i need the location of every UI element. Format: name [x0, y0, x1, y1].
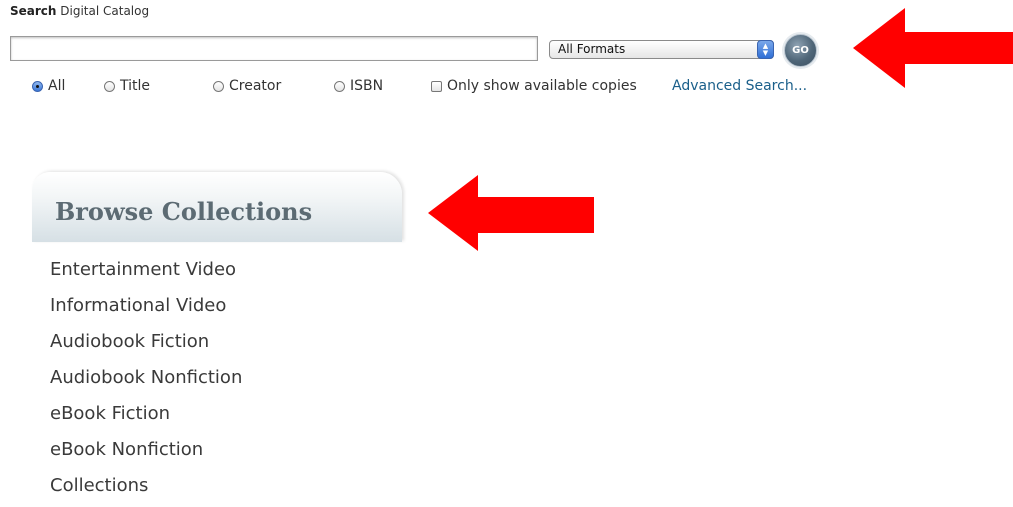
search-heading: Search Digital Catalog: [10, 4, 149, 18]
radio-title[interactable]: Title: [104, 78, 150, 94]
radio-title-label: Title: [120, 78, 151, 94]
collection-item-audiobook-nonfiction[interactable]: Audiobook Nonfiction: [50, 363, 242, 399]
go-button[interactable]: GO: [784, 34, 817, 67]
search-heading-bold: Search: [10, 4, 57, 18]
checkbox-icon[interactable]: [431, 80, 442, 92]
collection-item-informational-video[interactable]: Informational Video: [50, 291, 242, 327]
radio-icon[interactable]: [213, 80, 224, 92]
radio-selected-icon[interactable]: [32, 80, 43, 92]
available-copies-checkbox[interactable]: Only show available copies: [431, 78, 637, 94]
collections-list: Entertainment Video Informational Video …: [50, 255, 242, 507]
search-heading-rest: Digital Catalog: [56, 4, 150, 18]
collection-item-entertainment-video[interactable]: Entertainment Video: [50, 255, 242, 291]
radio-isbn[interactable]: ISBN: [334, 78, 383, 94]
radio-all-label: All: [48, 78, 66, 94]
radio-isbn-label: ISBN: [350, 78, 384, 94]
red-arrow-icon: [853, 8, 1013, 88]
collection-item-ebook-fiction[interactable]: eBook Fiction: [50, 399, 242, 435]
collection-item-collections[interactable]: Collections: [50, 471, 242, 507]
radio-all[interactable]: All: [32, 78, 65, 94]
format-select[interactable]: All Formats ▲ ▼: [549, 40, 774, 59]
browse-collections-title: Browse Collections: [55, 197, 313, 226]
radio-icon[interactable]: [334, 80, 345, 92]
red-arrow-icon: [428, 175, 594, 251]
radio-creator[interactable]: Creator: [213, 78, 281, 94]
search-input[interactable]: [10, 36, 538, 61]
select-updown-icon: ▲ ▼: [757, 40, 774, 59]
collection-item-audiobook-fiction[interactable]: Audiobook Fiction: [50, 327, 242, 363]
advanced-search-link[interactable]: Advanced Search...: [672, 78, 807, 94]
radio-icon[interactable]: [104, 80, 115, 92]
available-copies-label: Only show available copies: [447, 78, 637, 94]
format-select-value: All Formats: [558, 42, 626, 56]
collection-item-ebook-nonfiction[interactable]: eBook Nonfiction: [50, 435, 242, 471]
radio-creator-label: Creator: [229, 78, 282, 94]
